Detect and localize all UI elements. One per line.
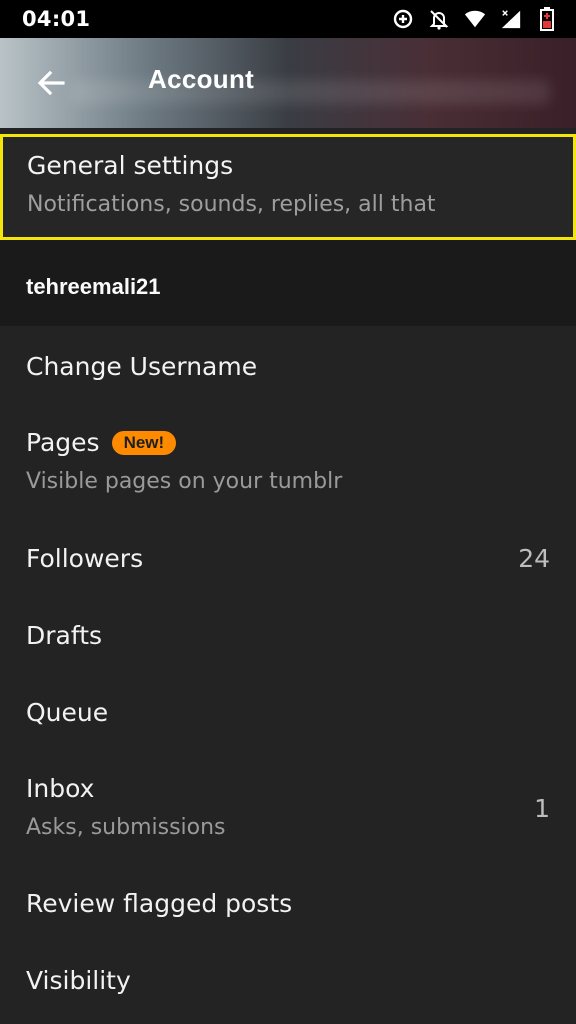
notifications-off-icon: [428, 8, 450, 30]
data-saver-icon: [392, 8, 414, 30]
queue-label: Queue: [26, 698, 109, 727]
change-username-label: Change Username: [26, 352, 258, 381]
review-flagged-posts-item[interactable]: Review flagged posts: [0, 889, 576, 918]
battery-icon: [536, 7, 558, 31]
back-button[interactable]: [30, 62, 72, 104]
drafts-label: Drafts: [26, 621, 103, 650]
wifi-icon: [464, 8, 486, 30]
blog-username: tehreemali21: [26, 274, 161, 299]
inbox-label: Inbox: [26, 774, 95, 803]
status-bar: 04:01: [0, 0, 576, 38]
app-header: Account: [0, 38, 576, 128]
general-settings-title: General settings: [27, 151, 234, 180]
blog-section-header: tehreemali21: [0, 240, 576, 326]
visibility-label: Visibility: [26, 966, 131, 995]
general-settings-item[interactable]: General settings Notifications, sounds, …: [0, 134, 576, 240]
queue-item[interactable]: Queue: [0, 698, 576, 727]
status-time: 04:01: [22, 7, 91, 31]
signal-icon: [500, 8, 522, 30]
pages-subtitle: Visible pages on your tumblr: [26, 469, 343, 494]
review-flagged-posts-label: Review flagged posts: [26, 889, 293, 918]
general-settings-subtitle: Notifications, sounds, replies, all that: [27, 192, 436, 217]
pages-label-wrap: Pages New!: [26, 428, 177, 457]
status-icons: [392, 7, 558, 31]
arrow-left-icon: [37, 70, 65, 96]
inbox-count: 1: [534, 794, 550, 823]
page-title: Account: [148, 64, 255, 94]
followers-count: 24: [518, 544, 550, 573]
inbox-item[interactable]: Inbox Asks, submissions 1: [0, 774, 576, 840]
pages-label: Pages: [26, 428, 100, 457]
drafts-item[interactable]: Drafts: [0, 621, 576, 650]
followers-label: Followers: [26, 544, 144, 573]
new-badge: New!: [111, 430, 177, 455]
settings-list: General settings Notifications, sounds, …: [0, 128, 576, 1024]
visibility-item[interactable]: Visibility: [0, 966, 576, 995]
followers-item[interactable]: Followers 24: [0, 544, 576, 573]
change-username-item[interactable]: Change Username: [0, 352, 576, 381]
inbox-subtitle: Asks, submissions: [26, 815, 226, 840]
pages-item[interactable]: Pages New! Visible pages on your tumblr: [0, 428, 576, 494]
